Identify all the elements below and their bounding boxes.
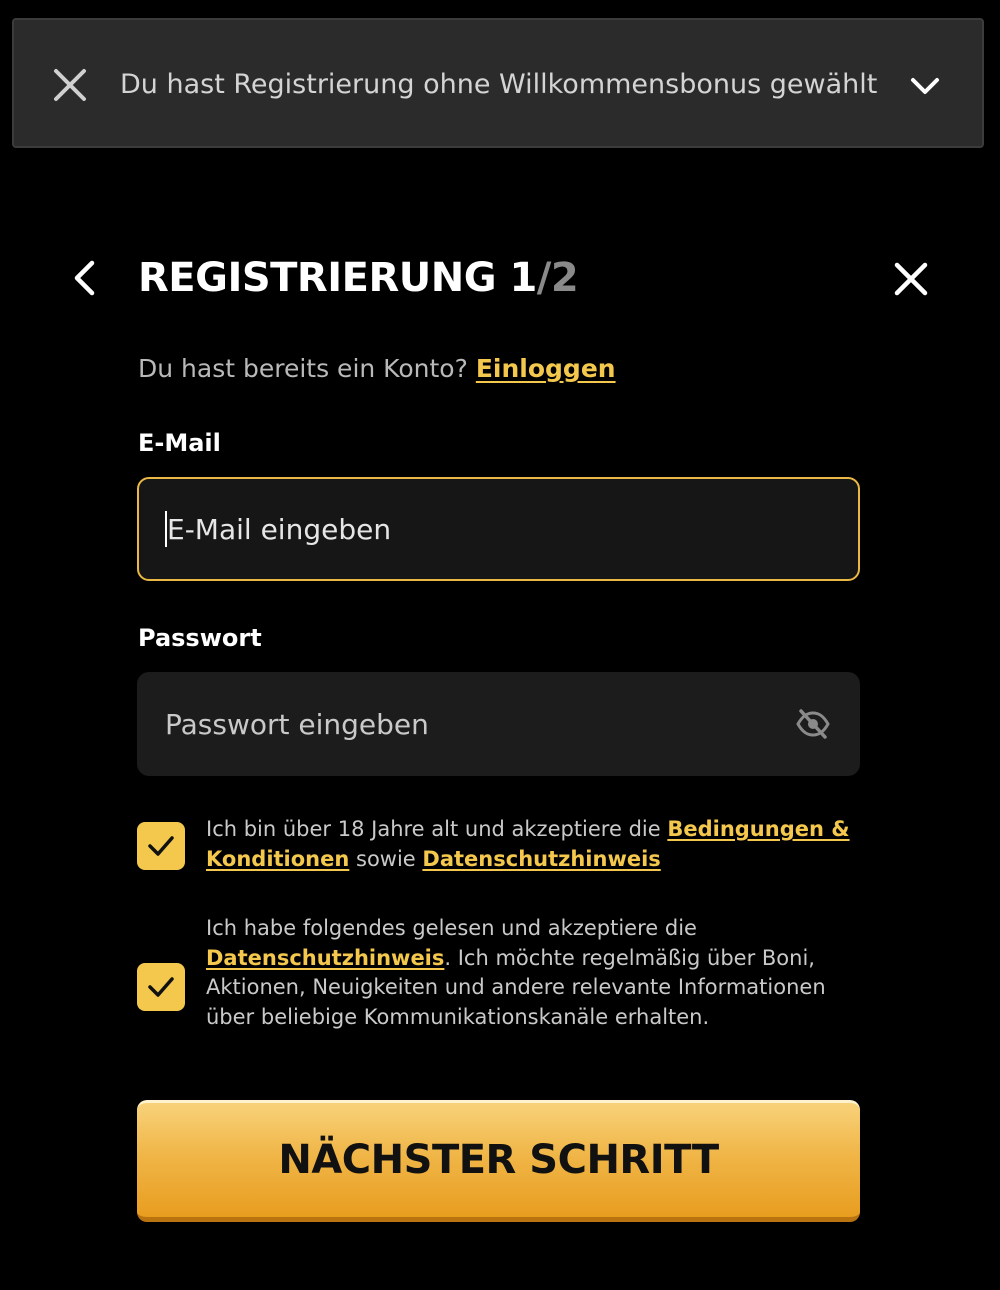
bonus-notice-text: Du hast Registrierung ohne Willkommensbo… — [120, 69, 878, 100]
password-label: Passwort — [138, 624, 262, 652]
password-field-box[interactable] — [137, 672, 860, 776]
marketing-text: Ich habe folgendes gelesen und akzeptier… — [206, 914, 856, 1032]
login-prompt-text: Du hast bereits ein Konto? — [138, 354, 468, 383]
password-field[interactable] — [165, 672, 765, 776]
consent-text: Ich habe folgendes gelesen und akzeptier… — [206, 916, 697, 940]
close-icon[interactable] — [893, 261, 929, 297]
privacy-link[interactable]: Datenschutzhinweis — [206, 946, 444, 970]
age-terms-checkbox[interactable] — [137, 822, 185, 870]
close-icon[interactable] — [52, 67, 88, 103]
title-main: REGISTRIERUNG 1 — [138, 255, 537, 301]
chevron-left-icon[interactable] — [68, 260, 102, 296]
consent-text: Ich bin über 18 Jahre alt und akzeptiere… — [206, 817, 668, 841]
privacy-link[interactable]: Datenschutzhinweis — [422, 847, 660, 871]
eye-off-icon[interactable] — [796, 708, 830, 740]
bonus-notice-banner[interactable]: Du hast Registrierung ohne Willkommensbo… — [12, 18, 984, 148]
checkmark-icon — [148, 836, 174, 856]
consent-text: sowie — [349, 846, 423, 871]
email-label: E-Mail — [138, 429, 221, 457]
text-caret — [165, 511, 167, 547]
age-terms-text: Ich bin über 18 Jahre alt und akzeptiere… — [206, 815, 856, 874]
login-link[interactable]: Einloggen — [476, 354, 616, 383]
next-step-label: NÄCHSTER SCHRITT — [278, 1137, 719, 1183]
email-field-box[interactable] — [137, 477, 860, 581]
next-step-button[interactable]: NÄCHSTER SCHRITT — [137, 1100, 860, 1222]
checkmark-icon — [148, 977, 174, 997]
chevron-down-icon[interactable] — [910, 76, 940, 96]
login-prompt-row: Du hast bereits ein Konto? Einloggen — [138, 352, 616, 386]
marketing-checkbox[interactable] — [137, 963, 185, 1011]
title-step-total: /2 — [536, 255, 579, 301]
page-title: REGISTRIERUNG 1/2 — [138, 252, 579, 304]
email-field[interactable] — [167, 479, 767, 579]
